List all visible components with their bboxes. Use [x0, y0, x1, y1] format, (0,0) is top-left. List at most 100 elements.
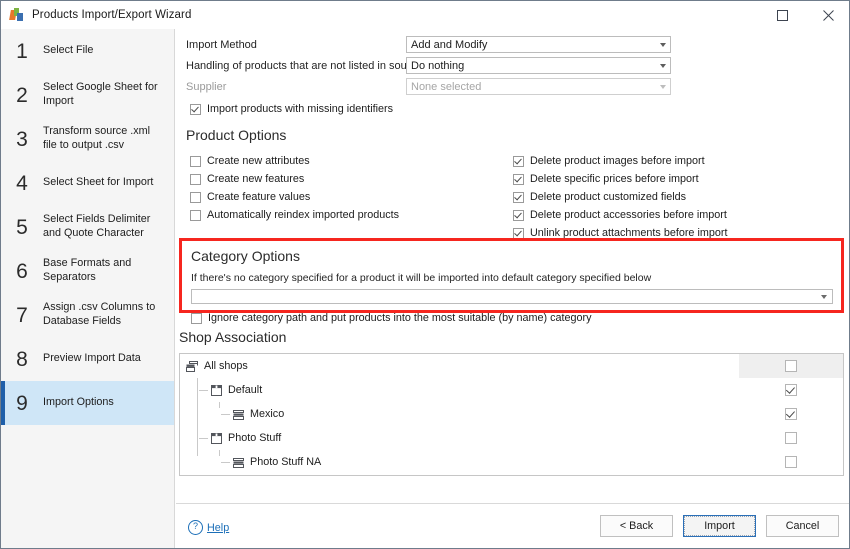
- shop-checkbox-cell[interactable]: [739, 402, 843, 426]
- back-button-label: < Back: [619, 520, 654, 532]
- app-logo-icon: [9, 7, 25, 23]
- checkbox-label: Automatically reindex imported products: [207, 209, 400, 221]
- supplier-label: Supplier: [186, 80, 227, 93]
- sidebar-item-fields-delimiter[interactable]: 5 Select Fields Delimiter and Quote Char…: [1, 205, 174, 249]
- table-row[interactable]: Mexico: [180, 402, 843, 426]
- checkbox-icon: [513, 209, 524, 221]
- create-new-features-checkbox[interactable]: Create new features: [190, 170, 399, 188]
- tree-elbow: [221, 413, 230, 415]
- handling-label: Handling of products that are not listed…: [186, 59, 440, 72]
- window-title: Products Import/Export Wizard: [32, 9, 192, 21]
- sidebar-item-select-sheet[interactable]: 4 Select Sheet for Import: [1, 161, 174, 205]
- import-method-row: Import Method Add and Modify: [186, 35, 838, 54]
- handling-value: Do nothing: [411, 59, 465, 72]
- question-circle-icon: ?: [188, 520, 203, 535]
- step-label: Select Google Sheet for Import: [43, 81, 158, 107]
- delete-product-images-checkbox[interactable]: Delete product images before import: [513, 152, 727, 170]
- checkbox-icon: [513, 155, 524, 167]
- checkbox-label: Create new features: [207, 173, 305, 185]
- delete-specific-prices-checkbox[interactable]: Delete specific prices before import: [513, 170, 727, 188]
- tree-elbow: [199, 437, 208, 439]
- shop-checkbox-cell[interactable]: [739, 378, 843, 402]
- checkbox-icon: [785, 384, 797, 396]
- maximize-icon[interactable]: [759, 1, 805, 29]
- step-label: Select File: [43, 44, 94, 57]
- step-label: Select Sheet for Import: [43, 176, 154, 189]
- delete-customized-fields-checkbox[interactable]: Delete product customized fields: [513, 188, 727, 206]
- product-options-right-column: Delete product images before import Dele…: [513, 152, 727, 242]
- chevron-down-icon: [821, 294, 827, 299]
- table-row[interactable]: All shops: [180, 354, 843, 378]
- ignore-category-path-checkbox[interactable]: Ignore category path and put products in…: [191, 309, 833, 327]
- checkbox-icon: [785, 432, 797, 444]
- checkbox-label: Delete product images before import: [530, 155, 705, 167]
- shop-checkbox-cell[interactable]: [739, 450, 843, 474]
- table-row[interactable]: Photo Stuff NA: [180, 450, 843, 474]
- auto-reindex-checkbox[interactable]: Automatically reindex imported products: [190, 206, 399, 224]
- chevron-down-icon: [660, 63, 666, 68]
- create-feature-values-checkbox[interactable]: Create feature values: [190, 188, 399, 206]
- sidebar-item-import-options[interactable]: 9 Import Options: [1, 381, 174, 425]
- checkbox-icon: [190, 209, 201, 221]
- shop-checkbox-cell[interactable]: [739, 426, 843, 450]
- import-options-form: Import Method Add and Modify Handling of…: [176, 29, 849, 503]
- missing-identifiers-checkbox[interactable]: Import products with missing identifiers: [190, 100, 838, 118]
- step-number: 2: [16, 83, 28, 107]
- shop-group-icon: [232, 408, 245, 420]
- create-new-attributes-checkbox[interactable]: Create new attributes: [190, 152, 399, 170]
- supplier-row: Supplier None selected: [186, 77, 838, 96]
- category-options-title: Category Options: [191, 248, 300, 264]
- checkbox-icon: [190, 155, 201, 167]
- product-options-left-column: Create new attributes Create new feature…: [190, 152, 399, 224]
- checkbox-icon: [190, 103, 201, 115]
- shop-association-title: Shop Association: [179, 329, 287, 345]
- default-category-dropdown[interactable]: [191, 289, 833, 304]
- checkbox-icon: [785, 360, 797, 372]
- shop-icon: [210, 432, 223, 444]
- handling-dropdown[interactable]: Do nothing: [406, 57, 671, 74]
- back-button[interactable]: < Back: [600, 515, 673, 537]
- product-options-section: Product Options Create new attributes Cr…: [186, 127, 838, 239]
- import-button-label: Import: [704, 520, 735, 532]
- shop-icon: [210, 384, 223, 396]
- title-bar: Products Import/Export Wizard: [1, 1, 849, 29]
- import-method-dropdown[interactable]: Add and Modify: [406, 36, 671, 53]
- cancel-button-label: Cancel: [785, 520, 820, 532]
- sidebar-item-transform-source[interactable]: 3 Transform source .xml file to output .…: [1, 117, 174, 161]
- step-number: 9: [16, 391, 28, 415]
- import-button[interactable]: Import: [683, 515, 756, 537]
- tree-elbow: [221, 461, 230, 463]
- tree-node-label: Photo Stuff NA: [250, 456, 322, 468]
- step-number: 3: [16, 127, 28, 151]
- close-icon[interactable]: [805, 1, 849, 29]
- shop-group-icon: [232, 456, 245, 468]
- window-controls: [759, 1, 849, 29]
- tree-node-label: Default: [228, 384, 263, 396]
- tree-elbow: [199, 389, 208, 391]
- chevron-down-icon: [660, 84, 666, 89]
- shop-checkbox-cell[interactable]: [739, 354, 843, 378]
- category-options-hint: If there's no category specified for a p…: [191, 272, 652, 284]
- table-row[interactable]: Default: [180, 378, 843, 402]
- checkbox-label: Create new attributes: [207, 155, 310, 167]
- table-row[interactable]: Photo Stuff: [180, 426, 843, 450]
- sidebar-item-assign-columns[interactable]: 7 Assign .csv Columns to Database Fields: [1, 293, 174, 337]
- all-shops-icon: [186, 360, 199, 372]
- checkbox-icon: [513, 173, 524, 185]
- checkbox-icon: [190, 173, 201, 185]
- checkbox-label: Delete product customized fields: [530, 191, 687, 203]
- sidebar-item-base-formats[interactable]: 6 Base Formats and Separators: [1, 249, 174, 293]
- step-number: 6: [16, 259, 28, 283]
- step-number: 4: [16, 171, 28, 195]
- sidebar-item-preview-import-data[interactable]: 8 Preview Import Data: [1, 337, 174, 381]
- sidebar-item-select-google-sheet[interactable]: 2 Select Google Sheet for Import: [1, 73, 174, 117]
- delete-accessories-checkbox[interactable]: Delete product accessories before import: [513, 206, 727, 224]
- checkbox-label: Delete specific prices before import: [530, 173, 699, 185]
- cancel-button[interactable]: Cancel: [766, 515, 839, 537]
- help-link[interactable]: ? Help: [188, 520, 229, 535]
- shop-association-tree[interactable]: All shops Default Mexico Photo Stuff Pho…: [179, 353, 844, 476]
- checkbox-icon: [191, 312, 202, 324]
- sidebar-item-select-file[interactable]: 1 Select File: [1, 29, 174, 73]
- footer-buttons: < Back Import Cancel: [600, 515, 839, 537]
- wizard-steps-sidebar: 1 Select File 2 Select Google Sheet for …: [1, 29, 175, 548]
